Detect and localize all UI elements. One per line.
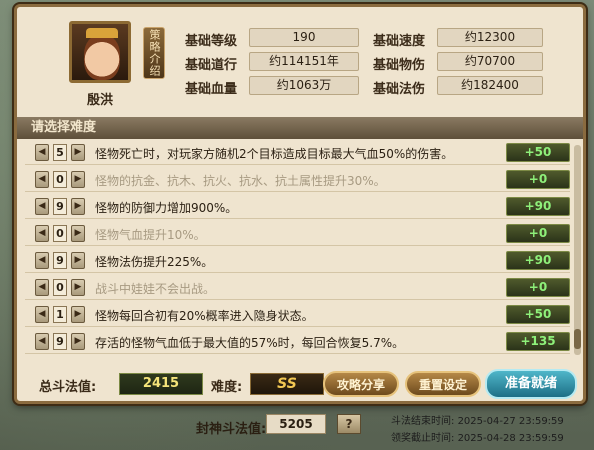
decrease-arrow-icon[interactable]: ◀ (35, 279, 49, 296)
increase-arrow-icon[interactable]: ▶ (71, 279, 85, 296)
stat-hp-value: 约1063万 (249, 76, 359, 95)
decrease-arrow-icon[interactable]: ◀ (35, 306, 49, 323)
decrease-arrow-icon[interactable]: ◀ (35, 252, 49, 269)
strategy-intro-button[interactable]: 策略介绍 (143, 27, 165, 79)
stat-level-label: 基础等级 (185, 34, 238, 49)
list-scrollbar[interactable] (574, 145, 581, 355)
difficulty-level: 0 (53, 171, 67, 188)
stat-magic-label: 基础法伤 (373, 82, 426, 97)
difficulty-panel: 殷洪 策略介绍 基础等级 190 基础速度 约12300 基础道行 约11415… (14, 4, 586, 404)
help-button[interactable]: ? (337, 414, 361, 434)
difficulty-row: ◀ 9 ▶ 存活的怪物气血低于最大值的57%时，每回合恢复5.7%。 +135 (25, 330, 570, 354)
difficulty-description: 怪物的防御力增加900%。 (95, 201, 238, 215)
difficulty-row: ◀ 0 ▶ 战斗中娃娃不会出战。 +0 (25, 276, 570, 300)
increase-arrow-icon[interactable]: ▶ (71, 171, 85, 188)
total-value: 2415 (119, 373, 203, 395)
difficulty-description: 怪物法伤提升225%。 (95, 255, 214, 269)
hero-crown (86, 28, 118, 38)
stat-phys-value: 约70700 (437, 52, 543, 71)
seal-score-label: 封神斗法值: (196, 422, 267, 437)
difficulty-row: ◀ 0 ▶ 怪物气血提升10%。 +0 (25, 222, 570, 246)
difficulty-score: +0 (506, 170, 570, 189)
difficulty-description: 存活的怪物气血低于最大值的57%时，每回合恢复5.7%。 (95, 336, 405, 350)
difficulty-description: 怪物死亡时，对玩家方随机2个目标造成目标最大气血50%的伤害。 (95, 147, 454, 161)
ready-button[interactable]: 准备就绪 (485, 369, 577, 399)
total-label: 总斗法值: (39, 380, 97, 395)
stat-hp-label: 基础血量 (185, 82, 238, 97)
difficulty-level: 1 (53, 306, 67, 323)
stat-magic-value: 约182400 (437, 76, 543, 95)
difficulty-score: +50 (506, 143, 570, 162)
increase-arrow-icon[interactable]: ▶ (71, 198, 85, 215)
increase-arrow-icon[interactable]: ▶ (71, 306, 85, 323)
difficulty-row: ◀ 1 ▶ 怪物每回合初有20%概率进入隐身状态。 +50 (25, 303, 570, 327)
stat-dao-value: 约114151年 (249, 52, 359, 71)
decrease-arrow-icon[interactable]: ◀ (35, 198, 49, 215)
difficulty-score: +50 (506, 305, 570, 324)
difficulty-level: 0 (53, 279, 67, 296)
stat-speed-label: 基础速度 (373, 34, 426, 49)
difficulty-description: 怪物的抗金、抗木、抗火、抗水、抗土属性提升30%。 (95, 174, 386, 188)
end-time-value: 2025-04-27 23:59:59 (457, 416, 564, 427)
reset-settings-button[interactable]: 重置设定 (405, 371, 481, 397)
claim-time-label: 领奖截止时间: (391, 433, 455, 444)
stat-dao-label: 基础道行 (185, 58, 238, 73)
difficulty-description: 战斗中娃娃不会出战。 (95, 282, 216, 296)
stat-phys-label: 基础物伤 (373, 58, 426, 73)
difficulty-score: +0 (506, 224, 570, 243)
decrease-arrow-icon[interactable]: ◀ (35, 225, 49, 242)
difficulty-level: 0 (53, 225, 67, 242)
difficulty-row: ◀ 9 ▶ 怪物的防御力增加900%。 +90 (25, 195, 570, 219)
difficulty-level: 9 (53, 252, 67, 269)
claim-time-row: 领奖截止时间: 2025-04-28 23:59:59 (391, 429, 564, 444)
difficulty-list: ◀ 5 ▶ 怪物死亡时，对玩家方随机2个目标造成目标最大气血50%的伤害。 +5… (25, 141, 570, 361)
end-time-label: 斗法结束时间: (391, 416, 455, 427)
decrease-arrow-icon[interactable]: ◀ (35, 171, 49, 188)
hero-portrait (69, 21, 131, 83)
scrollbar-thumb[interactable] (574, 329, 581, 349)
difficulty-level: 5 (53, 144, 67, 161)
difficulty-score: +90 (506, 197, 570, 216)
increase-arrow-icon[interactable]: ▶ (71, 333, 85, 350)
difficulty-score: +0 (506, 278, 570, 297)
end-time-row: 斗法结束时间: 2025-04-27 23:59:59 (391, 412, 564, 427)
share-strategy-button[interactable]: 攻略分享 (323, 371, 399, 397)
difficulty-level: 9 (53, 198, 67, 215)
increase-arrow-icon[interactable]: ▶ (71, 225, 85, 242)
decrease-arrow-icon[interactable]: ◀ (35, 144, 49, 161)
difficulty-description: 怪物每回合初有20%概率进入隐身状态。 (95, 309, 314, 323)
hero-face (84, 34, 120, 80)
claim-time-value: 2025-04-28 23:59:59 (457, 433, 564, 444)
hero-name: 殷洪 (86, 93, 113, 108)
increase-arrow-icon[interactable]: ▶ (71, 144, 85, 161)
decrease-arrow-icon[interactable]: ◀ (35, 333, 49, 350)
stat-speed-value: 约12300 (437, 28, 543, 47)
seal-score-value: 5205 (266, 414, 326, 434)
difficulty-level: 9 (53, 333, 67, 350)
difficulty-rank-badge: SS (250, 373, 324, 395)
stat-level-value: 190 (249, 28, 359, 47)
difficulty-score: +90 (506, 251, 570, 270)
difficulty-row: ◀ 9 ▶ 怪物法伤提升225%。 +90 (25, 249, 570, 273)
increase-arrow-icon[interactable]: ▶ (71, 252, 85, 269)
difficulty-row: ◀ 0 ▶ 怪物的抗金、抗木、抗火、抗水、抗土属性提升30%。 +0 (25, 168, 570, 192)
difficulty-description: 怪物气血提升10%。 (95, 228, 206, 242)
difficulty-score: +135 (506, 332, 570, 351)
difficulty-row: ◀ 5 ▶ 怪物死亡时，对玩家方随机2个目标造成目标最大气血50%的伤害。 +5… (25, 141, 570, 165)
difficulty-label: 难度: (211, 380, 243, 395)
section-title: 请选择难度 (17, 117, 583, 139)
